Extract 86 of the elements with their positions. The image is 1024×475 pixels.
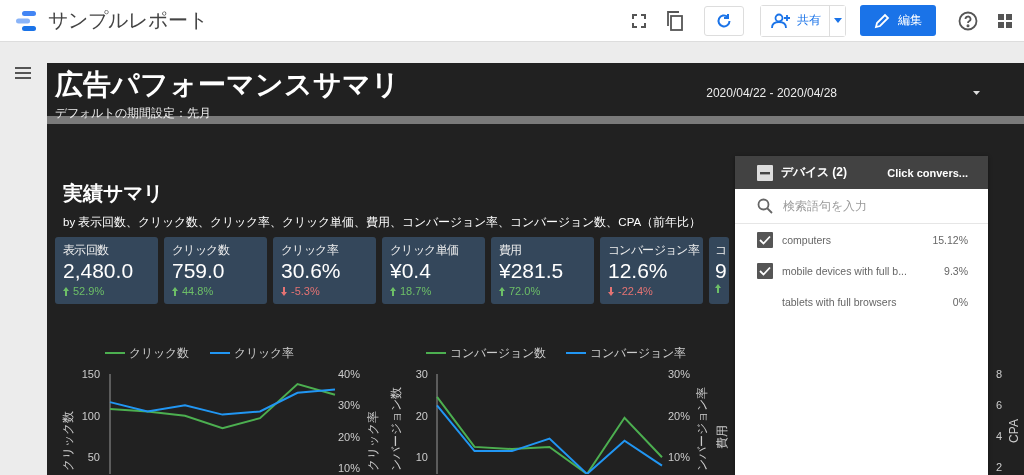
grid-icon[interactable]: [998, 13, 1012, 28]
y-tick-label: 10: [415, 451, 428, 464]
y-tick-label: 2: [996, 461, 1003, 473]
caret-icon: [973, 91, 980, 95]
y-tick-label: 20: [415, 409, 428, 422]
page-title: 広告パフォーマンスサマリ: [55, 69, 400, 101]
caret-icon: [833, 18, 842, 23]
scorecard-change: 18.7%: [400, 284, 432, 298]
scorecard-label: コンバージョン率: [608, 243, 700, 258]
option-value: 0%: [952, 295, 968, 308]
option-value: 15.12%: [932, 233, 968, 246]
scorecard-change: -5.3%: [291, 284, 320, 298]
y-tick-label: 100: [81, 409, 100, 422]
legend-label: クリック率: [234, 346, 294, 360]
legend-item[interactable]: コンバージョン数: [425, 346, 546, 360]
scorecard-label: 表示回数: [63, 243, 109, 258]
axis-title: クリック率: [366, 411, 380, 471]
partial-checkbox-icon[interactable]: [757, 164, 773, 181]
refresh-icon: [716, 12, 732, 29]
y-tick-label: 30%: [338, 399, 361, 412]
filter-option[interactable]: mobile devices with full b... 9.3%: [735, 255, 988, 286]
scorecard-label: コ: [715, 243, 727, 258]
y-tick-label: 10%: [668, 451, 691, 464]
scorecard-value: 12.6%: [608, 258, 669, 284]
legend-label: クリック数: [129, 346, 189, 360]
y-tick-label: 8: [996, 368, 1003, 380]
legend-label: コンバージョン率: [590, 346, 686, 360]
fullscreen-icon[interactable]: [632, 13, 646, 28]
pencil-icon: [874, 12, 890, 29]
logo-icon: [16, 9, 36, 32]
scorecard-change: 72.0%: [509, 284, 541, 298]
date-range-picker[interactable]: 2020/04/22 - 2020/04/28: [706, 85, 980, 101]
legend-label: コンバージョン数: [450, 346, 546, 360]
y-tick-label: 40%: [338, 368, 361, 380]
filter-title: デバイス (2): [781, 164, 848, 181]
report-title: サンプルレポート: [48, 8, 208, 33]
legend-item[interactable]: クリック数: [104, 346, 189, 360]
legend-item[interactable]: コンバージョン率: [565, 346, 686, 360]
y-tick-label: 50: [87, 451, 100, 464]
metric-column-header[interactable]: Click convers...: [887, 166, 968, 179]
section-title: 実績サマリ: [63, 181, 163, 206]
search-icon: [757, 198, 773, 214]
y-tick-label: 30%: [668, 368, 691, 380]
y-tick-label: 10%: [338, 461, 361, 474]
help-icon[interactable]: [958, 10, 978, 31]
y-tick-label: 4: [996, 430, 1003, 442]
scorecard-label: 費用: [499, 243, 522, 258]
scorecard-value: 9: [715, 258, 728, 284]
option-label: computers: [782, 233, 833, 246]
y-tick-label: 20%: [668, 409, 691, 422]
filter-option[interactable]: tablets with full browsers 0%: [735, 286, 988, 317]
filter-option[interactable]: computers 15.12%: [735, 224, 988, 255]
edit-button[interactable]: 編集: [860, 5, 936, 36]
y-tick-label: 20%: [338, 430, 361, 443]
scorecard-change: 52.9%: [73, 284, 105, 298]
refresh-button[interactable]: [704, 5, 744, 36]
axis-title: CPA: [1007, 419, 1021, 443]
scorecard-value: 30.6%: [281, 258, 342, 284]
checkbox[interactable]: [757, 262, 773, 279]
axis-title: クリック数: [61, 411, 75, 471]
scorecard-label: クリック数: [172, 243, 229, 258]
option-label: tablets with full browsers: [782, 295, 898, 308]
share-menu-button[interactable]: [829, 5, 845, 36]
axis-title: 費用: [715, 425, 729, 449]
scorecard-value: 2,480.0: [63, 258, 135, 284]
page-subtitle: デフォルトの期間設定：先月: [55, 105, 212, 122]
option-value: 9.3%: [944, 264, 968, 277]
menu-icon[interactable]: [14, 67, 31, 79]
copy-icon[interactable]: [666, 10, 684, 31]
scorecard-label: クリック単価: [390, 243, 459, 258]
option-label: mobile devices with full b...: [782, 264, 908, 277]
axis-title: ンバージョン率: [695, 387, 709, 471]
scorecard-value: 759.0: [172, 258, 226, 284]
axis-title: ンバージョン数: [390, 387, 403, 471]
y-tick-label: 30: [415, 368, 428, 380]
checkbox[interactable]: [757, 231, 773, 248]
scorecard-label: クリック率: [281, 243, 338, 258]
add-person-icon: [771, 12, 791, 29]
y-tick-label: 150: [81, 368, 100, 380]
section-description: by 表示回数、クリック数、クリック率、クリック単価、費用、コンバージョン率、コンバージョン数、CPA（前年比）: [63, 215, 702, 230]
scorecard-value: ¥0.4: [390, 258, 432, 284]
legend-item[interactable]: クリック率: [209, 346, 294, 360]
scorecard-change: -22.4%: [618, 284, 653, 298]
scorecard-value: ¥281.5: [499, 258, 565, 284]
scorecard-change: 44.8%: [182, 284, 214, 298]
y-tick-label: 6: [996, 399, 1003, 411]
